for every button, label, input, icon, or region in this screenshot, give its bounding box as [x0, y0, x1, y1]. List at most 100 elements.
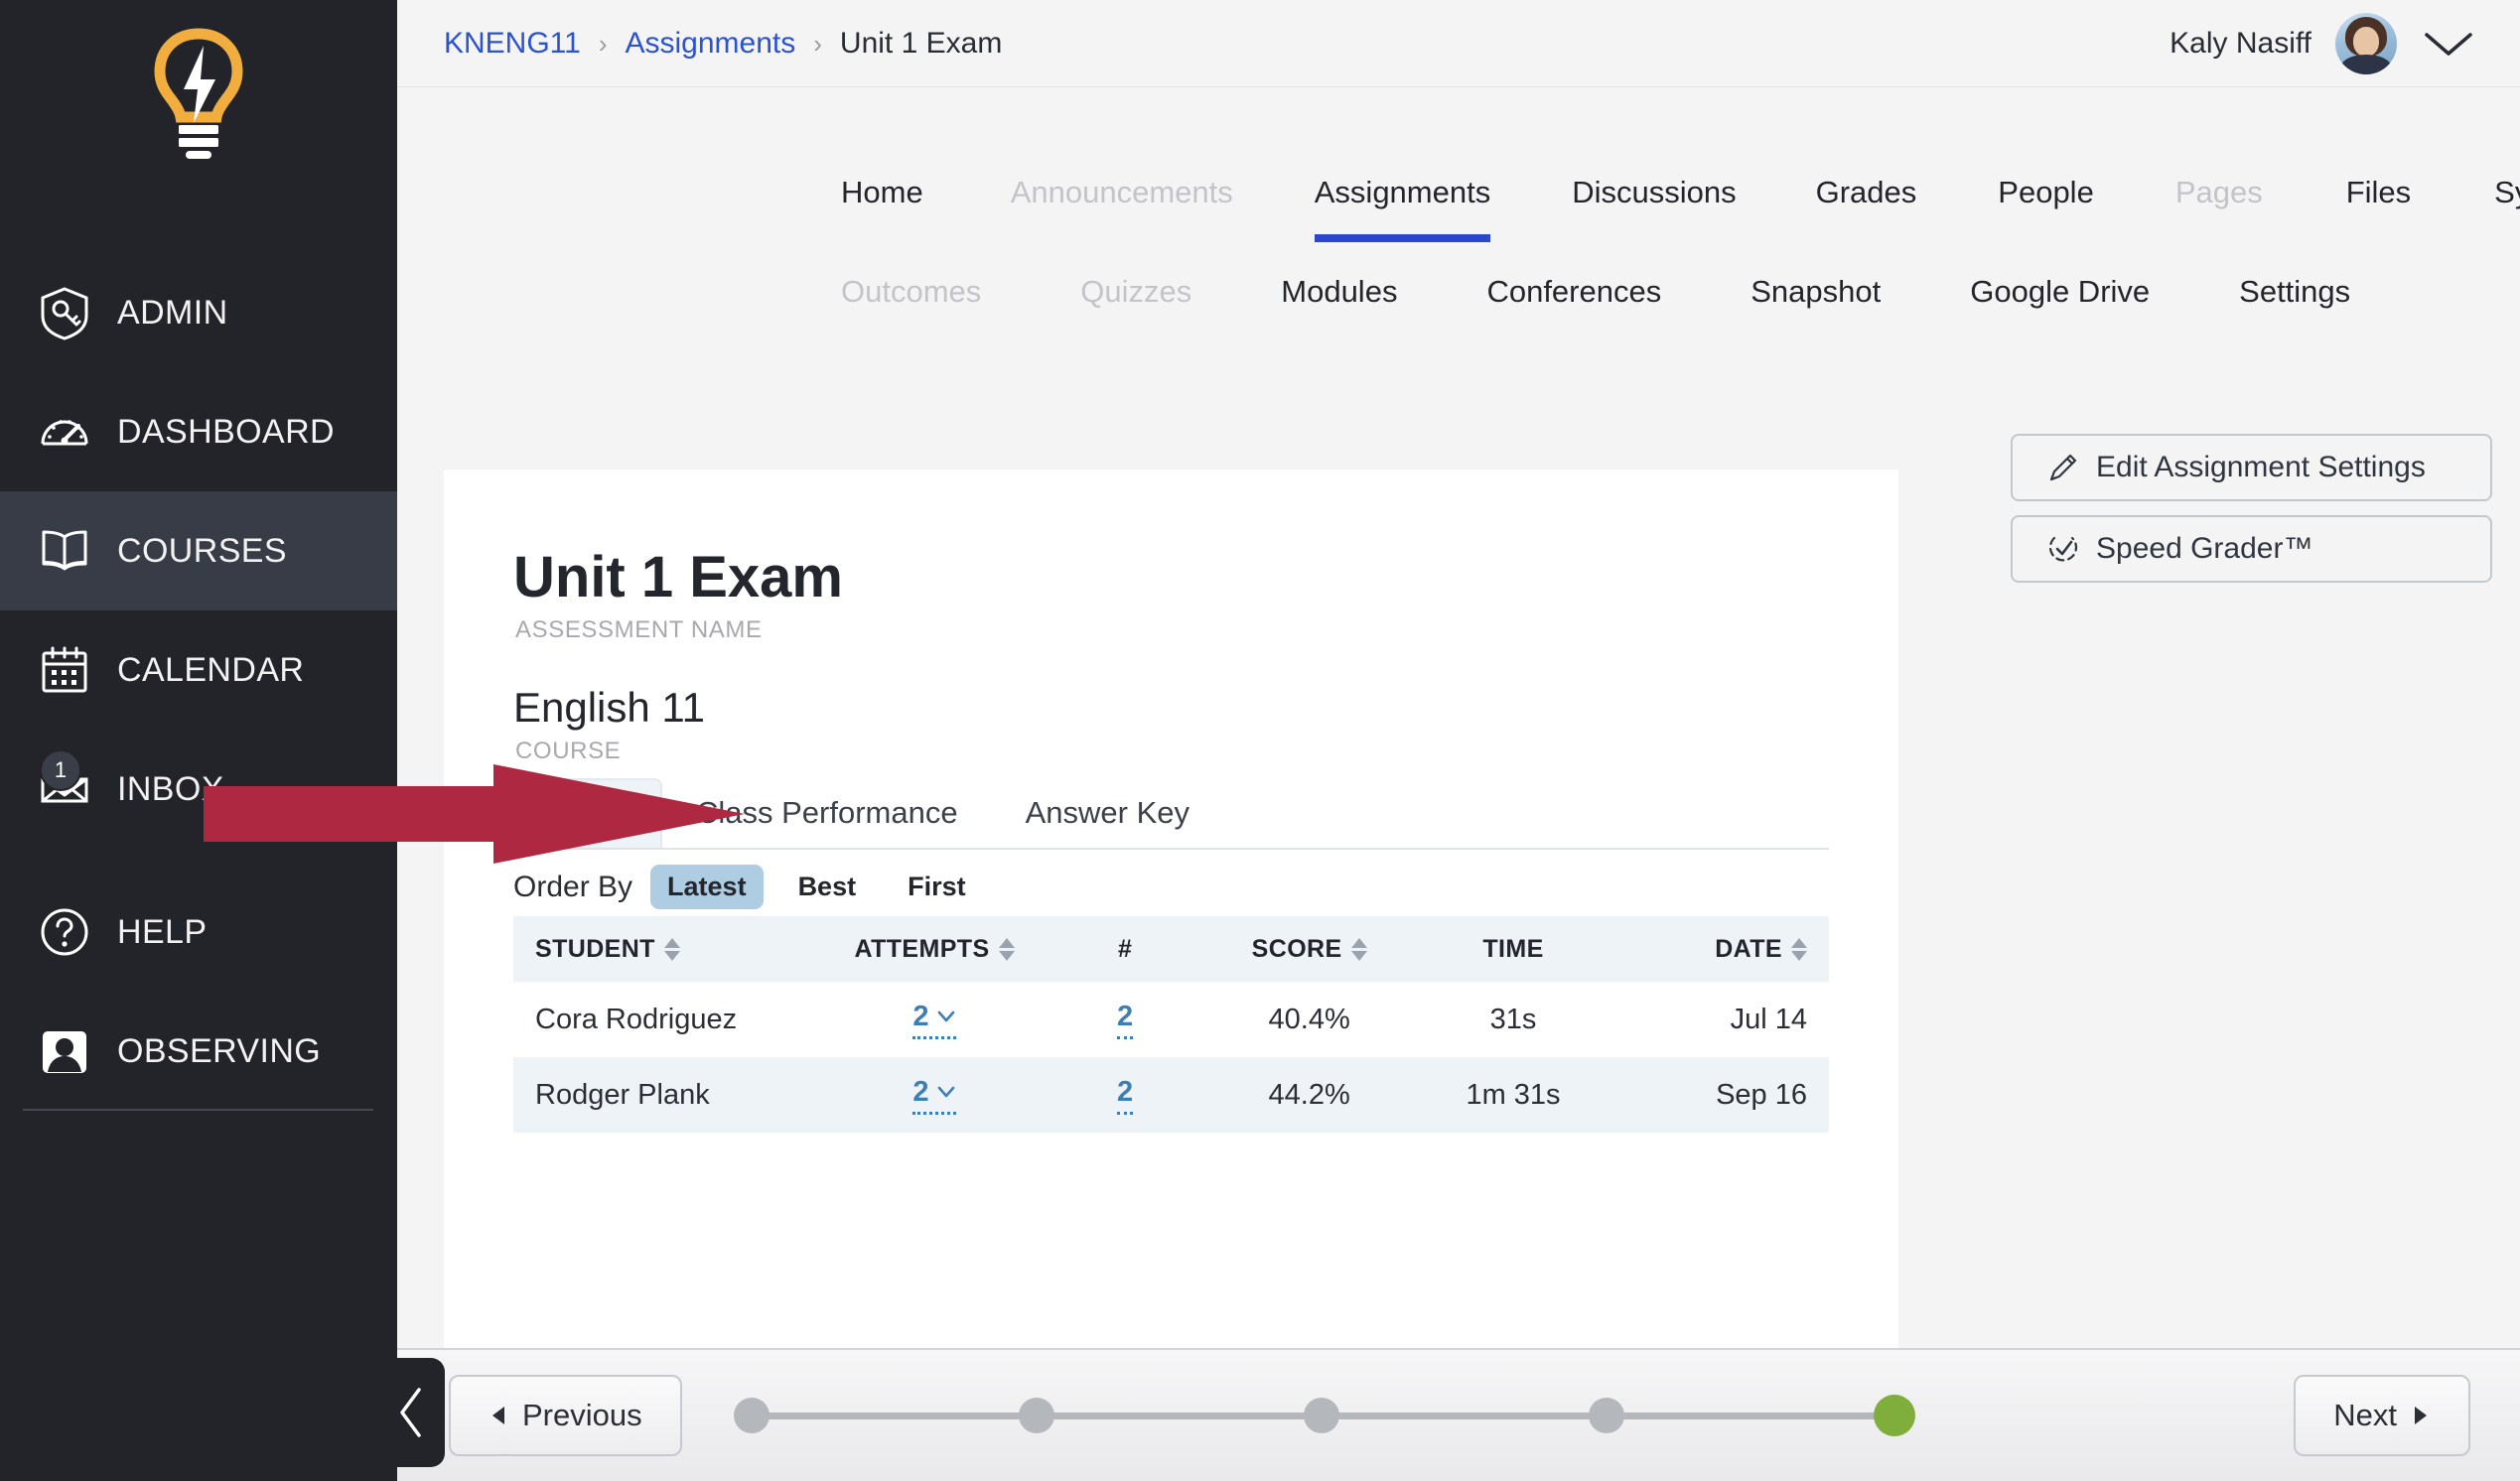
nav-tab-google-drive[interactable]: Google Drive — [1970, 274, 2150, 324]
chevron-down-icon — [937, 1086, 954, 1098]
sort-icon[interactable] — [1791, 937, 1807, 961]
column-header-score[interactable]: SCORE — [1210, 916, 1408, 982]
column-label: # — [1117, 934, 1133, 963]
nav-tab-assignments[interactable]: Assignments — [1314, 175, 1491, 242]
tab-class-performance[interactable]: Class Performance — [662, 778, 992, 848]
tab-answer-key[interactable]: Answer Key — [992, 778, 1223, 848]
table-header: STUDENT ATTEMPTS # SCORE TIME DATE — [513, 916, 1829, 982]
speed-grader-label: Speed Grader™ — [2096, 532, 2313, 565]
lightbulb-bolt-logo-icon — [154, 28, 243, 159]
assessment-name-caption: ASSESSMENT NAME — [515, 616, 763, 643]
nav-tab-settings[interactable]: Settings — [2239, 274, 2350, 324]
breadcrumb: KNENG11 › Assignments › Unit 1 Exam — [444, 0, 1002, 87]
speed-grader-icon — [2048, 536, 2078, 562]
breadcrumb-item-assignments[interactable]: Assignments — [626, 27, 796, 61]
nav-tab-files[interactable]: Files — [2346, 175, 2411, 224]
calendar-icon — [34, 639, 95, 701]
triangle-left-icon — [492, 1407, 504, 1424]
progress-dot-1[interactable] — [733, 1398, 770, 1433]
breadcrumb-item-course[interactable]: KNENG11 — [444, 27, 581, 61]
sidebar-nav: ADMIN DASHBOARD COURSES CALENDAR 1 INBOX… — [0, 253, 397, 1111]
sidebar-item-courses[interactable]: COURSES — [0, 491, 397, 610]
breadcrumb-separator-icon: › — [813, 28, 822, 59]
nav-tab-discussions[interactable]: Discussions — [1572, 175, 1736, 224]
sidebar-item-help[interactable]: HELP — [0, 873, 397, 992]
user-menu[interactable]: Kaly Nasiff — [2170, 0, 2476, 87]
cell-student: Cora Rodriguez — [535, 1003, 738, 1035]
nav-tab-syllabus[interactable]: Syllabus — [2494, 175, 2520, 224]
progress-dot-4[interactable] — [1588, 1398, 1624, 1433]
nav-tab-snapshot[interactable]: Snapshot — [1750, 274, 1881, 324]
triangle-right-icon — [2415, 1407, 2427, 1424]
speed-grader-button[interactable]: Speed Grader™ — [2011, 515, 2492, 583]
nav-tab-people[interactable]: People — [1998, 175, 2094, 224]
tab-selected-hidden[interactable] — [513, 778, 662, 848]
next-button[interactable]: Next — [2294, 1375, 2470, 1456]
attempts-dropdown[interactable]: 2 — [912, 1001, 956, 1039]
column-label: STUDENT — [535, 934, 655, 963]
sidebar-item-label: CALENDAR — [117, 650, 305, 689]
table-row[interactable]: Rodger Plank 2 2 44.2% 1m 31s Sep 16 — [513, 1057, 1829, 1133]
sidebar-item-observing[interactable]: OBSERVING — [0, 992, 397, 1111]
attempts-dropdown[interactable]: 2 — [912, 1075, 956, 1115]
app-logo[interactable] — [0, 28, 397, 159]
column-header-attempts[interactable]: ATTEMPTS — [829, 916, 1040, 982]
speedometer-icon — [34, 401, 95, 463]
course-nav: Home Announcements Assignments Discussio… — [397, 87, 2520, 355]
sidebar-item-admin[interactable]: ADMIN — [0, 253, 397, 372]
attempt-number-link[interactable]: 2 — [1117, 1001, 1134, 1039]
attempt-number-link[interactable]: 2 — [1117, 1076, 1134, 1115]
avatar — [2335, 13, 2397, 74]
bottom-pager-bar: Previous Next — [397, 1348, 2520, 1481]
sidebar-item-label: HELP — [117, 912, 208, 951]
nav-tab-conferences[interactable]: Conferences — [1486, 274, 1661, 324]
cell-date: Jul 14 — [1730, 1003, 1807, 1035]
progress-dot-3[interactable] — [1303, 1398, 1339, 1433]
previous-button[interactable]: Previous — [449, 1375, 682, 1456]
column-header-date[interactable]: DATE — [1618, 916, 1829, 982]
order-by-control: Order By Latest Best First — [513, 865, 983, 909]
sort-icon[interactable] — [663, 937, 680, 961]
previous-label: Previous — [522, 1398, 642, 1432]
column-header-number: # — [1040, 916, 1210, 982]
sort-icon[interactable] — [998, 937, 1015, 961]
edit-assignment-settings-button[interactable]: Edit Assignment Settings — [2011, 434, 2492, 501]
sidebar-item-dashboard[interactable]: DASHBOARD — [0, 372, 397, 491]
table-row[interactable]: Cora Rodriguez 2 2 40.4% 31s Jul 14 — [513, 982, 1829, 1057]
nav-tab-home[interactable]: Home — [841, 175, 923, 224]
cell-score: 40.4% — [1268, 1003, 1350, 1035]
next-label: Next — [2333, 1398, 2397, 1432]
cell-time: 1m 31s — [1466, 1078, 1561, 1111]
user-name-label: Kaly Nasiff — [2170, 27, 2311, 60]
course-nav-row-2: Outcomes Quizzes Modules Conferences Sna… — [841, 274, 2350, 324]
app-root: ADMIN DASHBOARD COURSES CALENDAR 1 INBOX… — [0, 0, 2520, 1481]
nav-tab-modules[interactable]: Modules — [1281, 274, 1397, 324]
order-by-option-latest[interactable]: Latest — [650, 865, 764, 909]
edit-assignment-settings-label: Edit Assignment Settings — [2096, 451, 2426, 483]
pencil-icon — [2049, 454, 2077, 481]
sidebar-item-label: DASHBOARD — [117, 412, 335, 451]
column-label: SCORE — [1251, 934, 1342, 963]
order-by-option-first[interactable]: First — [891, 865, 983, 909]
table-header-row: STUDENT ATTEMPTS # SCORE TIME DATE — [513, 916, 1829, 982]
cell-date: Sep 16 — [1716, 1078, 1807, 1111]
order-by-option-best[interactable]: Best — [781, 865, 874, 909]
sidebar-item-inbox[interactable]: 1 INBOX — [0, 730, 397, 849]
progress-dot-2[interactable] — [1018, 1398, 1054, 1433]
sidebar-collapse-button[interactable] — [377, 1358, 445, 1467]
class-performance-table: STUDENT ATTEMPTS # SCORE TIME DATE Cora … — [513, 916, 1829, 1133]
assignment-actions: Edit Assignment Settings Speed Grader™ — [2011, 434, 2492, 597]
nav-tab-quizzes: Quizzes — [1080, 274, 1192, 309]
sort-icon[interactable] — [1350, 937, 1367, 961]
page-title: Unit 1 Exam — [513, 545, 843, 609]
chevron-left-icon — [400, 1388, 421, 1437]
chevron-down-icon[interactable] — [2421, 27, 2476, 61]
progress-dot-5-current[interactable] — [1873, 1395, 1915, 1436]
card-tabs: Class Performance Answer Key — [513, 778, 1829, 850]
column-header-student[interactable]: STUDENT — [513, 916, 829, 982]
nav-tab-grades[interactable]: Grades — [1816, 175, 1917, 224]
sidebar-item-calendar[interactable]: CALENDAR — [0, 610, 397, 730]
attempts-value: 2 — [912, 1075, 929, 1108]
cell-number: 2 — [1040, 1057, 1210, 1133]
inbox-unread-badge: 1 — [40, 749, 81, 791]
